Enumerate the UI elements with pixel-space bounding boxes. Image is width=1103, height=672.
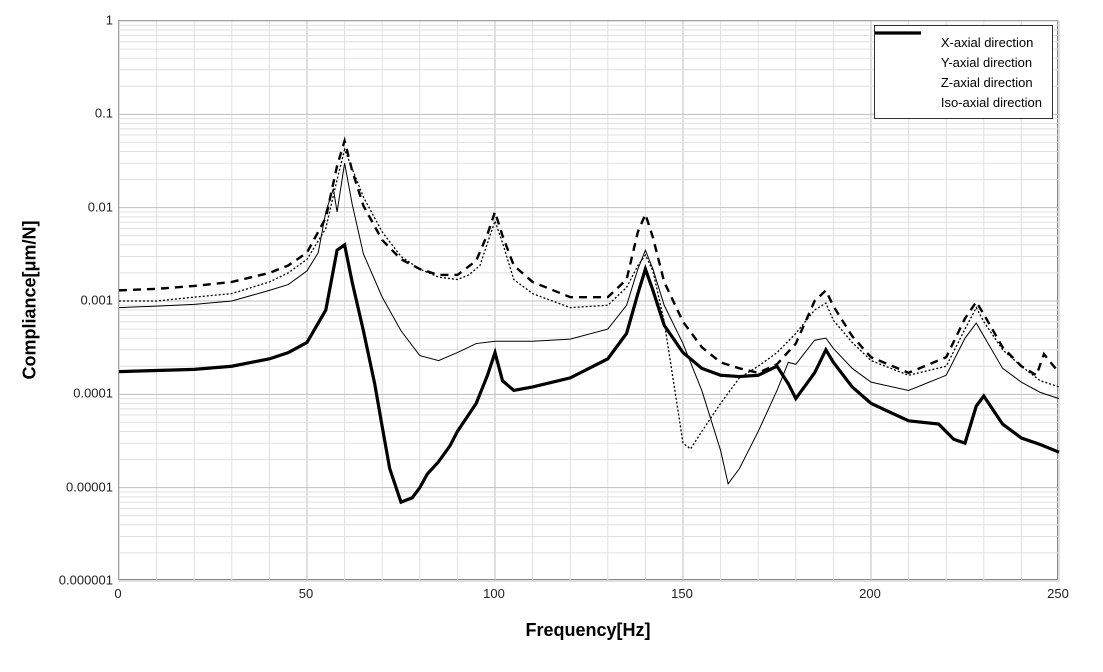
legend-swatch-thin-icon [885,75,931,89]
x-tick-label: 100 [483,586,505,601]
x-tick-label: 50 [299,586,313,601]
y-tick-label: 0.1 [95,106,113,121]
x-axis-label: Frequency[Hz] [118,620,1058,641]
x-tick-label: 250 [1047,586,1069,601]
legend-label: Iso-axial direction [941,95,1042,110]
y-tick-label: 1 [106,13,113,28]
legend-label: Y-axial direction [941,55,1032,70]
x-tick-label: 200 [859,586,881,601]
y-tick-label: 0.000001 [59,573,113,588]
y-tick-label: 0.00001 [66,479,113,494]
legend-item-z-axial: Z-axial direction [885,72,1042,92]
y-tick-label: 0.001 [80,293,113,308]
compliance-frequency-chart: Compliance[μm/N] Frequency[Hz] X-axial d… [0,0,1103,672]
legend-swatch-dashed-icon [885,95,931,109]
y-axis-label: Compliance[μm/N] [20,220,41,379]
legend-label: X-axial direction [941,35,1034,50]
x-tick-label: 150 [671,586,693,601]
y-tick-label: 0.01 [88,199,113,214]
plot-area: X-axial direction Y-axial direction Z-ax… [118,20,1058,580]
x-tick-label: 0 [114,586,121,601]
series-solid-thin [119,163,1059,484]
legend: X-axial direction Y-axial direction Z-ax… [874,25,1053,119]
legend-item-y-axial: Y-axial direction [885,52,1042,72]
legend-swatch-bold-icon [885,55,931,69]
legend-label: Z-axial direction [941,75,1033,90]
y-tick-label: 0.0001 [73,386,113,401]
legend-item-iso-axial: Iso-axial direction [885,92,1042,112]
series-dotted-thin [119,150,1059,449]
series-dashed-bold [119,141,1059,375]
